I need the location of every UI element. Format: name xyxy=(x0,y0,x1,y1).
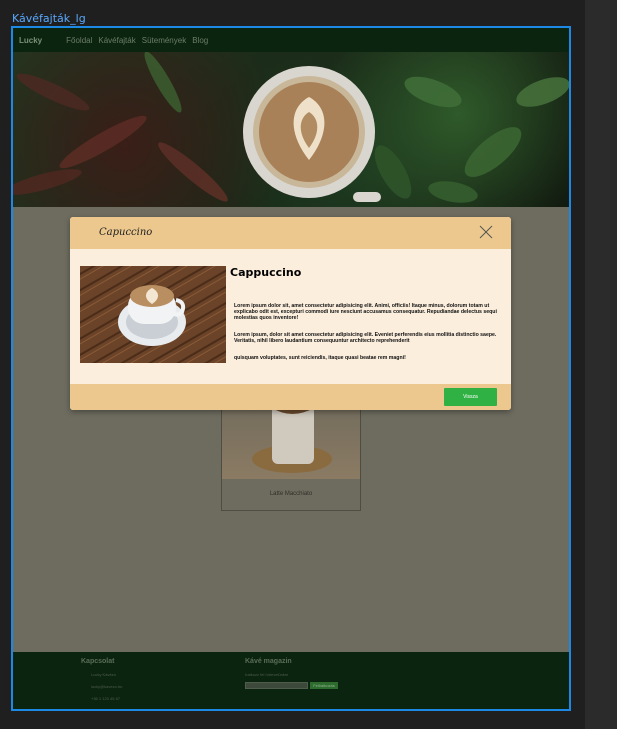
back-button[interactable]: Vissza xyxy=(444,388,497,406)
hero-coffee-illustration xyxy=(13,52,569,203)
frame-label: Kávéfajták_lg xyxy=(12,12,86,25)
modal-header: Capuccino xyxy=(70,217,511,249)
modal-paragraph: Lorem ipsum, dolor sit amet consectetur … xyxy=(234,332,497,345)
nav-link-blog[interactable]: Blog xyxy=(192,36,208,45)
canvas-side-panel xyxy=(585,0,617,729)
footer-contact-line: +36 1 123 45 67 xyxy=(91,696,121,701)
footer-newsletter-text: Iratkozz fel hírlevelünkre xyxy=(245,672,289,677)
footer-contact-line: lucky@kavezo.hu xyxy=(91,684,123,689)
nav-link-coffee-types[interactable]: Kávéfajták xyxy=(98,36,135,45)
product-modal: Capuccino Cappuccino Lorem ipsum dolor s… xyxy=(70,217,511,410)
modal-footer: Vissza xyxy=(70,384,511,410)
product-card-latte[interactable]: Latte Macchiato xyxy=(221,393,361,511)
modal-title: Capuccino xyxy=(99,227,153,238)
modal-paragraph: Lorem ipsum dolor sit, amet consectetur … xyxy=(234,303,497,322)
nav-link-pastries[interactable]: Sütemények xyxy=(142,36,186,45)
modal-body: Cappuccino Lorem ipsum dolor sit, amet c… xyxy=(70,249,511,384)
close-icon[interactable] xyxy=(478,224,494,240)
nav-link-home[interactable]: Főoldal xyxy=(66,36,92,45)
brand-logo[interactable]: Lucky xyxy=(19,36,42,45)
modal-heading: Cappuccino xyxy=(230,266,302,279)
footer-contact-line: Lucky Kávézó xyxy=(91,672,116,677)
modal-paragraph: quisquam voluptates, sunt reiciendis, it… xyxy=(234,355,406,361)
subscribe-button[interactable]: Feliratkozás xyxy=(310,682,338,689)
card-label: Latte Macchiato xyxy=(269,491,313,497)
footer-newsletter-title: Kávé magazin xyxy=(245,658,292,665)
footer-contact-title: Kapcsolat xyxy=(81,658,115,665)
cappuccino-image xyxy=(80,266,226,363)
newsletter-email-input[interactable] xyxy=(245,682,308,689)
hero-image xyxy=(13,52,569,207)
navbar: Lucky Főoldal Kávéfajták Sütemények Blog xyxy=(13,28,569,52)
footer: Kapcsolat Lucky Kávézó lucky@kavezo.hu +… xyxy=(13,652,569,709)
